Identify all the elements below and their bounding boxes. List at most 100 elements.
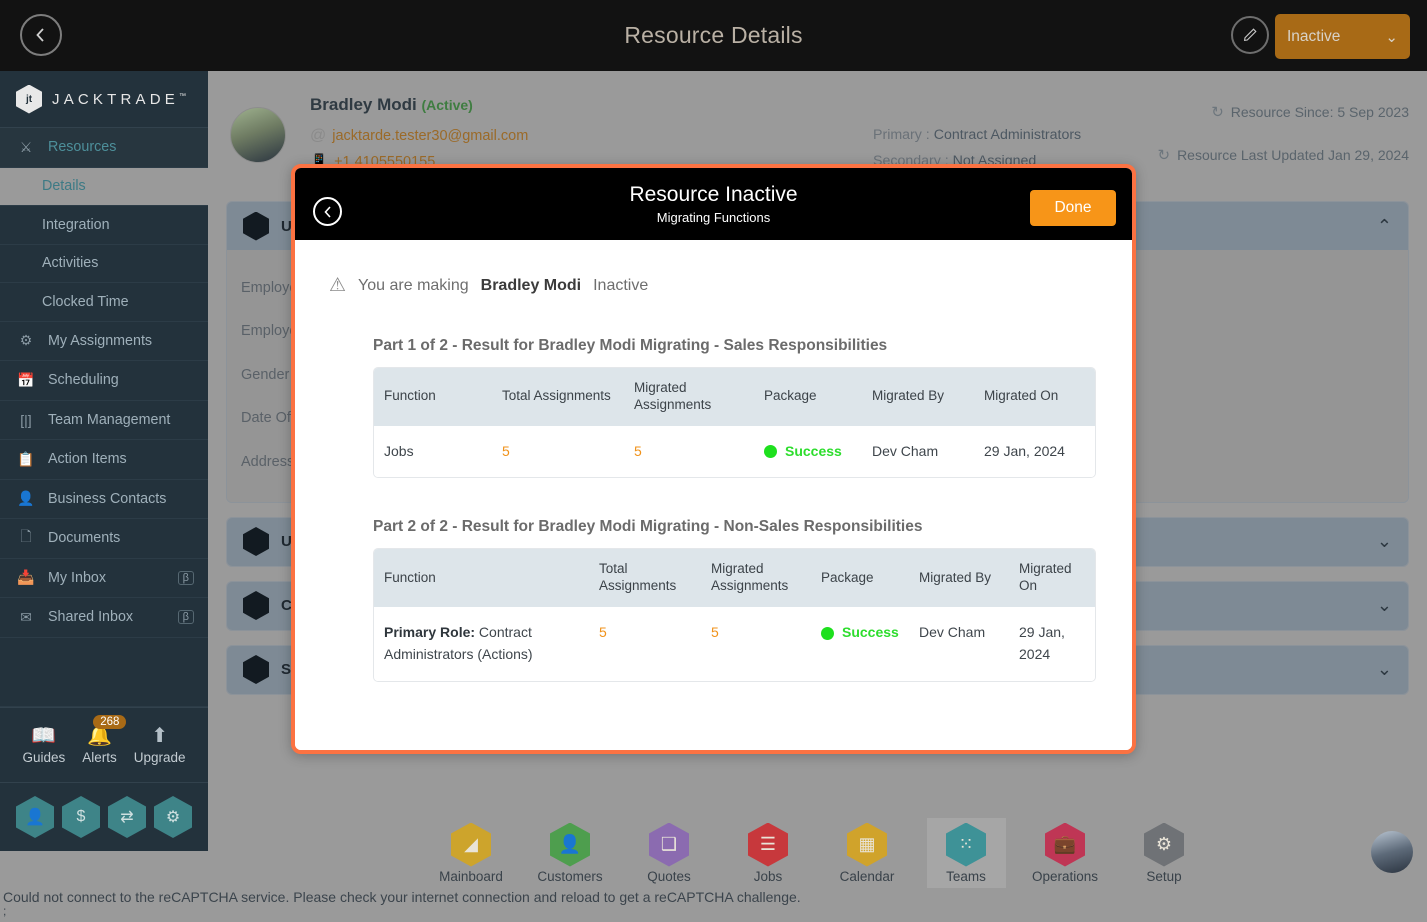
col-migrated-on: Migrated On	[974, 368, 1095, 426]
brand-label: JACKTRADE	[52, 90, 179, 108]
cash-transfer-shortcut-icon[interactable]: ⇄	[108, 796, 146, 838]
resource-last-updated-text: Resource Last Updated Jan 29, 2024	[1177, 147, 1409, 163]
warning-triangle-icon: ⚠	[329, 275, 347, 296]
sidebar-item-details[interactable]: Details	[0, 167, 208, 206]
bottom-nav-label: Setup	[1146, 868, 1182, 884]
resource-email[interactable]: @ jacktarde.tester30@gmail.com	[310, 127, 528, 145]
primary-role-label: Primary :	[873, 127, 930, 143]
bottom-nav-operations[interactable]: 💼 Operations	[1026, 818, 1105, 888]
sidebar-item-integration[interactable]: Integration	[0, 206, 208, 245]
quotes-icon: ❑	[649, 822, 689, 867]
col-function: Function	[374, 549, 589, 608]
col-total-assignments: Total Assignments	[589, 549, 701, 608]
up-arrow-icon: ⬆	[151, 724, 168, 747]
workflow-shortcut-icon[interactable]: ⚙	[154, 796, 192, 838]
sidebar-item-label: Clocked Time	[42, 293, 129, 310]
chevron-down-icon: ⌄	[1385, 28, 1398, 46]
recaptcha-error-message: Could not connect to the reCAPTCHA servi…	[3, 889, 801, 905]
chevron-down-icon: ⌄	[1376, 659, 1392, 679]
resource-status-badge: (Active)	[421, 97, 473, 113]
alerts-button[interactable]: 268 🔔 Alerts	[82, 714, 127, 765]
bottom-nav-mainboard[interactable]: ◢ Mainboard	[432, 818, 511, 888]
edit-button[interactable]	[1231, 16, 1269, 54]
sidebar-item-label: Activities	[42, 255, 99, 272]
sidebar-item-documents[interactable]: 🗋 Documents	[0, 519, 208, 559]
bottom-nav-teams[interactable]: ⁙ Teams	[926, 817, 1006, 888]
app-root: Resource Details Inactive ⌄ jt JACKTRADE…	[0, 0, 1427, 922]
sidebar-item-shared-inbox[interactable]: ✉ Shared Inbox β	[0, 598, 208, 638]
cell-package: Success	[811, 607, 909, 681]
sidebar-item-my-inbox[interactable]: 📥 My Inbox β	[0, 559, 208, 598]
beta-badge: β	[177, 610, 194, 625]
status-dot-icon	[764, 445, 777, 459]
part-1-title: Part 1 of 2 - Result for Bradley Modi Mi…	[373, 337, 888, 354]
resources-icon: ⚔	[19, 138, 33, 155]
sidebar-item-action-items[interactable]: 📋 Action Items	[0, 440, 208, 480]
sidebar-quick-actions: 📖 Guides 268 🔔 Alerts ⬆ Upgrade	[0, 707, 208, 783]
team-icon: [|]	[20, 411, 32, 428]
sidebar-item-clocked-time[interactable]: Clocked Time	[0, 283, 208, 322]
jacktrade-hex-icon: jt	[16, 84, 42, 114]
quick-label: Guides	[22, 749, 66, 765]
sidebar-item-my-assignments[interactable]: ⚙ My Assignments	[0, 322, 208, 361]
bottom-nav-quotes[interactable]: ❑ Quotes	[630, 818, 709, 888]
bottom-nav-setup[interactable]: ⚙ Setup	[1125, 818, 1204, 888]
sidebar-item-label: Team Management	[48, 411, 171, 428]
cell-migrated: 5	[701, 607, 811, 681]
setup-icon: ⚙	[1144, 822, 1184, 867]
person-shortcut-icon[interactable]: 👤	[16, 796, 54, 838]
page-title: Resource Details	[624, 22, 803, 48]
chevron-down-icon: ⌄	[1376, 595, 1392, 615]
sidebar-item-activities[interactable]: Activities	[0, 245, 208, 283]
panel-hex-icon	[243, 591, 269, 620]
status-label: Success	[842, 624, 899, 641]
guides-button[interactable]: 📖 Guides	[22, 726, 65, 765]
warning-prefix: You are making	[358, 276, 469, 294]
chevron-left-icon	[323, 205, 331, 218]
resource-email-text: jacktarde.tester30@gmail.com	[332, 128, 529, 144]
status-label: Success	[785, 442, 842, 459]
status-dot-icon	[821, 626, 834, 640]
documents-icon: 🗋	[20, 528, 32, 545]
modal-header: Resource Inactive Migrating Functions Do…	[295, 168, 1132, 240]
col-migrated-assignments: Migrated Assignments	[624, 368, 754, 426]
cell-migrated-on: 29 Jan, 2024	[1009, 607, 1095, 681]
at-icon: @	[310, 127, 327, 144]
sidebar-item-scheduling[interactable]: 📅 Scheduling	[0, 361, 208, 401]
operations-icon: 💼	[1045, 822, 1085, 867]
resource-name-text: Bradley Modi	[310, 95, 417, 114]
bottom-nav-jobs[interactable]: ☰ Jobs	[729, 818, 808, 888]
sidebar-item-label: Business Contacts	[48, 490, 167, 507]
bottom-nav-label: Quotes	[647, 868, 691, 884]
upgrade-button[interactable]: ⬆ Upgrade	[134, 726, 186, 765]
brand-name: JACKTRADE™	[52, 91, 186, 108]
package-status: Success	[821, 622, 899, 644]
sidebar-item-business-contacts[interactable]: 👤 Business Contacts	[0, 480, 208, 519]
part-2-title: Part 2 of 2 - Result for Bradley Modi Mi…	[373, 518, 923, 536]
part-2-table-wrapper: Function Total Assignments Migrated Assi…	[373, 548, 1096, 682]
col-migrated-on: Migrated On	[1009, 549, 1095, 608]
cell-total: 5	[589, 607, 701, 681]
bottom-nav-customers[interactable]: 👤 Customers	[531, 818, 610, 888]
modal-back-button[interactable]	[313, 197, 342, 226]
dollar-shortcut-icon[interactable]: $	[62, 796, 100, 838]
sidebar-item-label: Scheduling	[48, 372, 119, 389]
bottom-nav-label: Jobs	[753, 868, 783, 884]
col-function: Function	[374, 368, 492, 426]
bottom-nav-calendar[interactable]: ▦ Calendar	[828, 818, 907, 888]
user-avatar[interactable]	[1371, 831, 1413, 873]
cell-function: Primary Role: Contract Administrators (A…	[374, 607, 589, 681]
status-dropdown[interactable]: Inactive ⌄	[1275, 14, 1410, 59]
sidebar-item-resources[interactable]: ⚔ Resources	[0, 128, 208, 168]
done-button[interactable]: Done	[1030, 190, 1116, 226]
col-migrated-assignments: Migrated Assignments	[701, 549, 811, 608]
sidebar-item-label: Documents	[48, 530, 121, 547]
resource-last-updated: ↻ Resource Last Updated Jan 29, 2024	[1157, 146, 1409, 164]
sidebar-item-label: My Inbox	[48, 569, 107, 586]
cell-package: Success	[754, 425, 862, 478]
cell-function-bold: Primary Role:	[384, 624, 476, 641]
sidebar-item-team-management[interactable]: [|] Team Management	[0, 401, 208, 440]
warning-resource-name: Bradley Modi	[480, 276, 582, 294]
modal-body: ⚠ You are making Bradley Modi Inactive P…	[295, 240, 1132, 750]
sidebar-item-label: Resources	[48, 139, 117, 156]
